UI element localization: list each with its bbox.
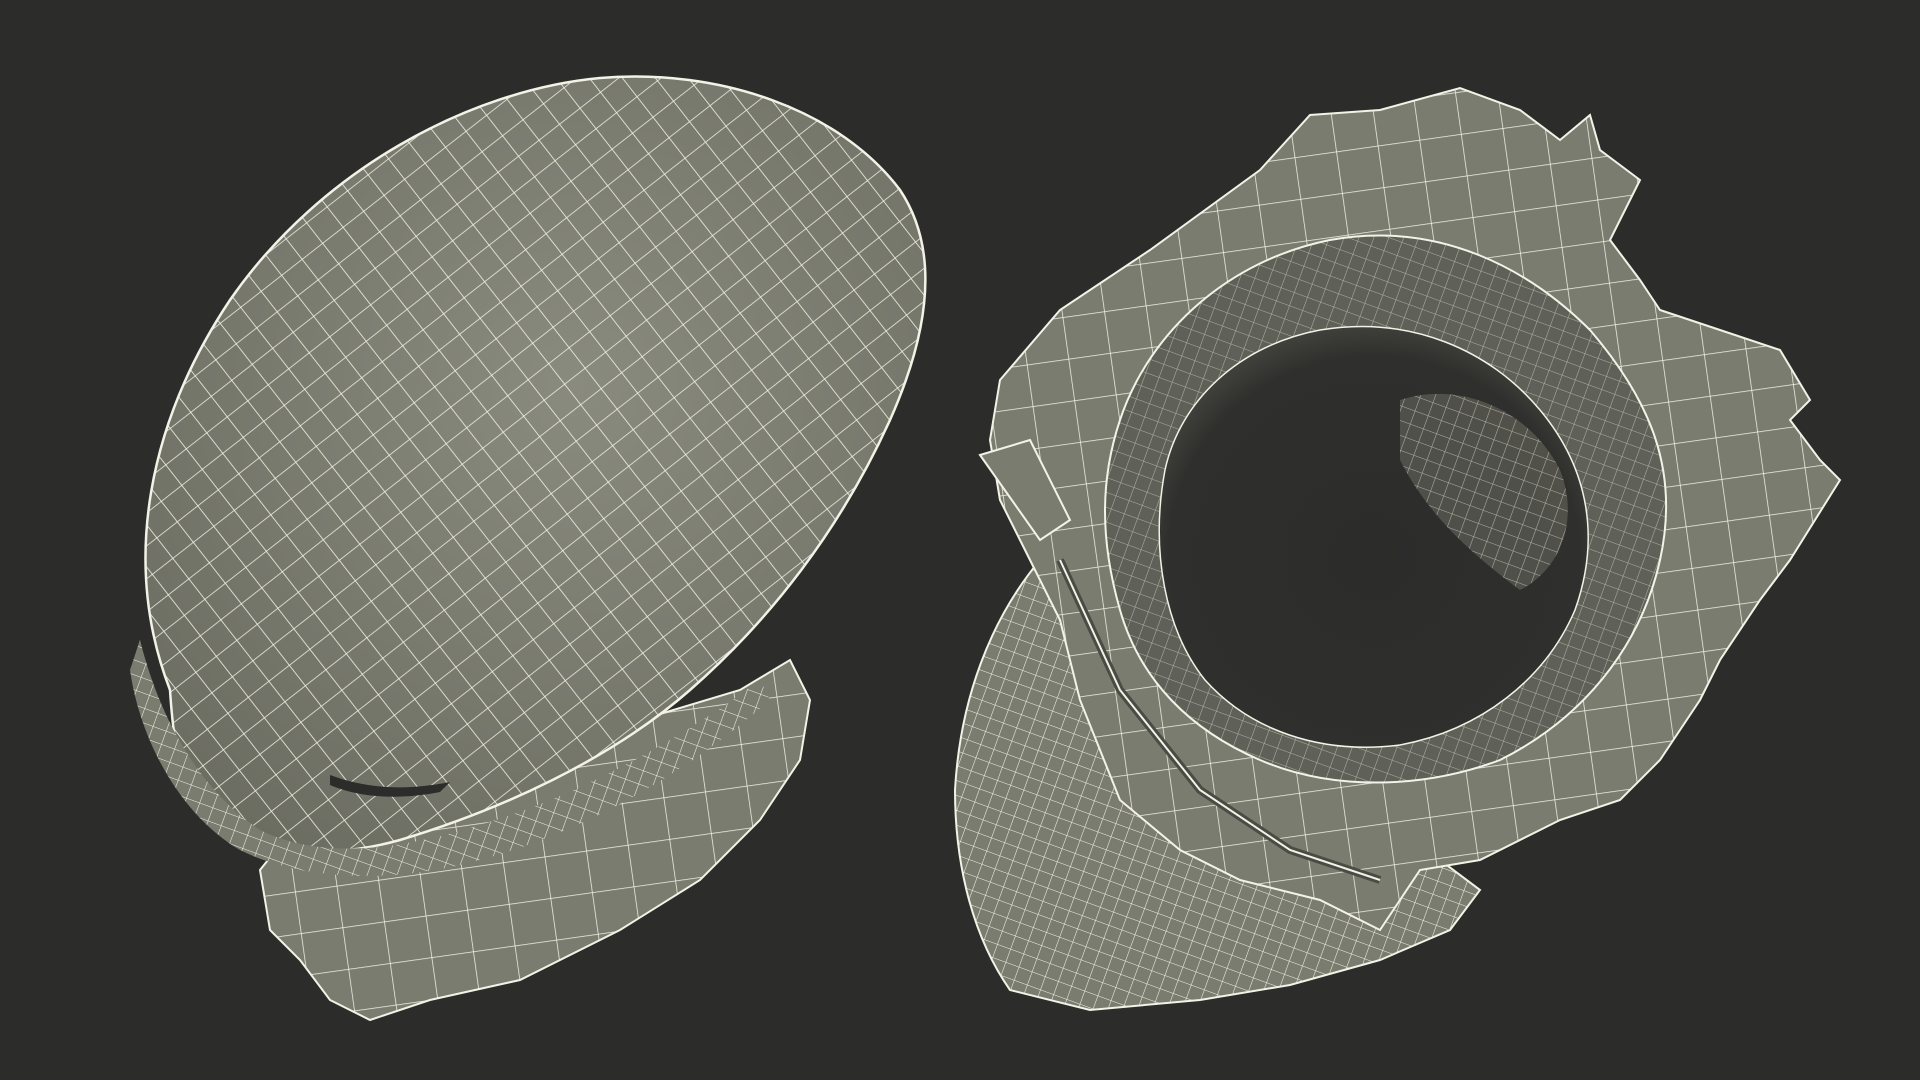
open-shell-object — [953, 86, 1842, 1012]
wireframe-render — [130, 75, 1842, 1022]
closed-shell-dome — [144, 75, 927, 853]
closed-shell-object — [130, 75, 927, 1022]
render-viewport — [0, 0, 1920, 1080]
